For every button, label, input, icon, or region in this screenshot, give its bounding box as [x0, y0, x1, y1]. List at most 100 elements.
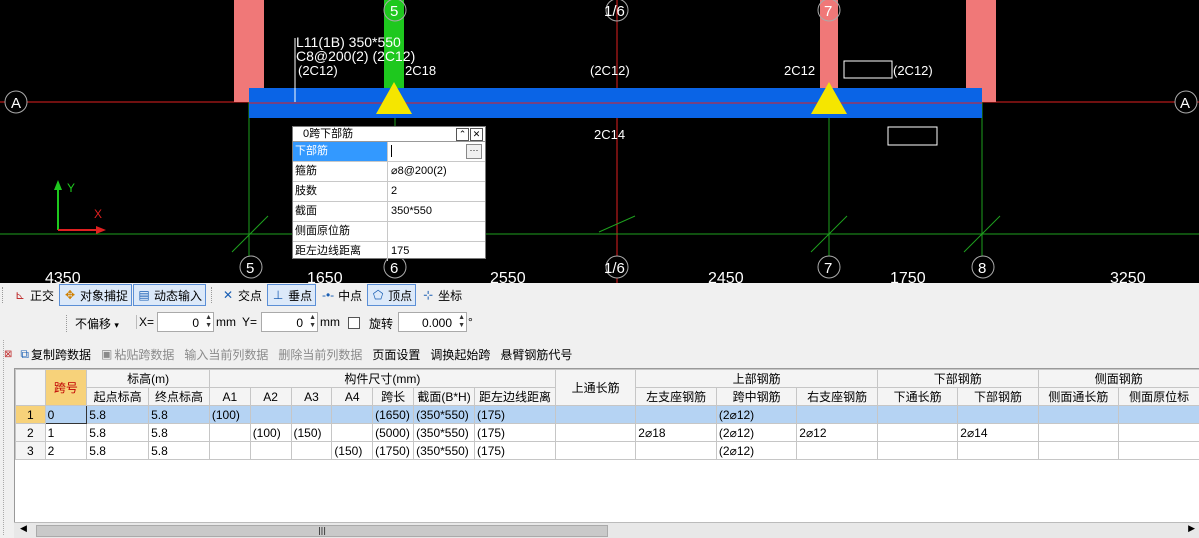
swap-start-span-button[interactable]: 调换起始跨	[430, 346, 490, 363]
row-header[interactable]: 2	[16, 424, 46, 442]
popup-titlebar[interactable]: 0跨下部筋 ⌃ ✕	[293, 127, 485, 142]
scroll-right-icon[interactable]: ▶	[1188, 524, 1195, 534]
table-row[interactable]: 3 2 5.8 5.8 (150) (1750) (350*550) (175)…	[16, 442, 1199, 460]
table-cell[interactable]	[877, 424, 957, 442]
popup-value-input[interactable]: ···	[388, 142, 485, 161]
row-header[interactable]: 3	[16, 442, 46, 460]
table-cell[interactable]: 5.8	[149, 406, 210, 424]
perpendicular-button[interactable]: ⊥垂点	[267, 284, 316, 306]
table-cell[interactable]: (150)	[332, 442, 373, 460]
popup-value[interactable]: 175	[388, 242, 485, 261]
col-side-long[interactable]: 侧面通长筋	[1038, 388, 1119, 406]
table-cell[interactable]: (175)	[475, 424, 556, 442]
ortho-button[interactable]: ⊾正交	[9, 284, 58, 306]
table-cell[interactable]	[636, 406, 717, 424]
popup-row-section[interactable]: 截面 350*550	[293, 202, 485, 222]
table-cell[interactable]	[958, 406, 1038, 424]
coordinate-button[interactable]: ⊹坐标	[417, 284, 466, 306]
col-start-elev[interactable]: 起点标高	[87, 388, 149, 406]
table-cell[interactable]	[209, 424, 250, 442]
scroll-left-icon[interactable]: ◀	[20, 524, 27, 534]
popup-value[interactable]: 350*550	[388, 202, 485, 221]
popup-value[interactable]	[388, 222, 485, 241]
table-cell[interactable]: 0	[45, 406, 87, 424]
header-top-rebar[interactable]: 上部钢筋	[636, 370, 878, 388]
table-cell[interactable]: 5.8	[87, 424, 149, 442]
paste-span-button[interactable]: 粘贴跨数据	[114, 346, 174, 363]
table-cell[interactable]	[797, 442, 878, 460]
rotate-spinner[interactable]: ▲▼	[455, 314, 465, 330]
scrollbar-thumb[interactable]: |||	[36, 525, 608, 537]
cad-drawing-canvas[interactable]: L11(1B) 350*550 C8@200(2) (2C12) (2C12) …	[0, 0, 1199, 283]
col-mid-span[interactable]: 跨中钢筋	[716, 388, 796, 406]
header-span[interactable]: 跨号	[45, 370, 87, 406]
y-offset-input[interactable]: 0▲▼	[261, 312, 318, 332]
delete-column-button[interactable]: 删除当前列数据	[278, 346, 362, 363]
col-left-support[interactable]: 左支座钢筋	[636, 388, 717, 406]
panel-grip[interactable]	[3, 340, 10, 535]
collapse-icon[interactable]: ⌃	[456, 128, 469, 141]
table-cell[interactable]: (175)	[475, 406, 556, 424]
table-cell[interactable]	[555, 442, 635, 460]
table-cell[interactable]	[958, 442, 1038, 460]
table-cell[interactable]	[1119, 424, 1199, 442]
x-offset-input[interactable]: 0▲▼	[157, 312, 214, 332]
span-property-popup[interactable]: 0跨下部筋 ⌃ ✕ 下部筋 ··· 箍筋 ⌀8@200(2) 肢数 2 截面 3…	[292, 126, 486, 259]
table-cell[interactable]: 5.8	[149, 442, 210, 460]
col-span-length[interactable]: 跨长	[373, 388, 414, 406]
col-a4[interactable]: A4	[332, 388, 373, 406]
input-box-bottom[interactable]	[888, 127, 937, 145]
header-side-rebar[interactable]: 侧面钢筋	[1038, 370, 1199, 388]
span-data-grid[interactable]: 跨号 标高(m) 构件尺寸(mm) 上通长筋 上部钢筋 下部钢筋 侧面钢筋 起点…	[14, 368, 1199, 525]
table-cell[interactable]: 2⌀14	[958, 424, 1038, 442]
header-elevation[interactable]: 标高(m)	[87, 370, 210, 388]
table-cell[interactable]	[1119, 406, 1199, 424]
toolbar-grip[interactable]	[2, 287, 9, 303]
popup-row-left-distance[interactable]: 距左边线距离 175	[293, 242, 485, 261]
table-row[interactable]: 2 1 5.8 5.8 (100) (150) (5000) (350*550)…	[16, 424, 1199, 442]
rotate-checkbox[interactable]	[348, 317, 360, 329]
table-cell[interactable]: 5.8	[87, 442, 149, 460]
offset-dropdown[interactable]: 不偏移 ▾	[66, 315, 119, 332]
table-cell[interactable]: (150)	[291, 424, 332, 442]
col-end-elev[interactable]: 终点标高	[149, 388, 210, 406]
col-bottom-rebar[interactable]: 下部钢筋	[958, 388, 1038, 406]
col-a1[interactable]: A1	[209, 388, 250, 406]
table-cell[interactable]: (2⌀12)	[716, 424, 796, 442]
midpoint-button[interactable]: -•-中点	[317, 284, 366, 306]
table-cell[interactable]: 2⌀12	[797, 424, 878, 442]
rotate-input[interactable]: 0.000▲▼	[398, 312, 467, 332]
table-cell[interactable]: 5.8	[87, 406, 149, 424]
table-cell[interactable]: 2	[45, 442, 87, 460]
object-snap-button[interactable]: ✥对象捕捉	[59, 284, 132, 306]
table-cell[interactable]	[209, 442, 250, 460]
popup-value[interactable]: 2	[388, 182, 485, 201]
table-cell[interactable]	[1038, 406, 1119, 424]
table-cell[interactable]: (2⌀12)	[716, 406, 796, 424]
close-icon[interactable]: ✕	[470, 128, 483, 141]
input-box-top[interactable]	[844, 61, 892, 78]
table-row[interactable]: 1 0 5.8 5.8 (100) (1650) (350*550) (175)…	[16, 406, 1199, 424]
col-left-distance[interactable]: 距左边线距离	[475, 388, 556, 406]
table-cell[interactable]: (1650)	[373, 406, 414, 424]
dynamic-input-button[interactable]: ▤动态输入	[133, 284, 206, 306]
table-cell[interactable]	[332, 424, 373, 442]
table-cell[interactable]: 5.8	[149, 424, 210, 442]
copy-span-button[interactable]: 复制跨数据	[31, 346, 91, 363]
table-cell[interactable]	[877, 406, 957, 424]
popup-row-legs[interactable]: 肢数 2	[293, 182, 485, 202]
table-cell[interactable]	[250, 406, 291, 424]
table-cell[interactable]	[1038, 442, 1119, 460]
table-cell[interactable]	[877, 442, 957, 460]
header-bottom-rebar[interactable]: 下部钢筋	[877, 370, 1038, 388]
table-cell[interactable]: (350*550)	[414, 442, 475, 460]
page-setup-button[interactable]: 页面设置	[372, 346, 420, 363]
vertex-button[interactable]: ⬠顶点	[367, 284, 416, 306]
header-top-long[interactable]: 上通长筋	[555, 370, 635, 406]
horizontal-scrollbar[interactable]: ◀ ||| ▶	[14, 522, 1199, 538]
popup-row-stirrup[interactable]: 箍筋 ⌀8@200(2)	[293, 162, 485, 182]
table-cell[interactable]	[797, 406, 878, 424]
table-cell[interactable]	[291, 442, 332, 460]
table-cell[interactable]	[555, 406, 635, 424]
popup-row-bottom-rebar[interactable]: 下部筋 ···	[293, 142, 485, 162]
